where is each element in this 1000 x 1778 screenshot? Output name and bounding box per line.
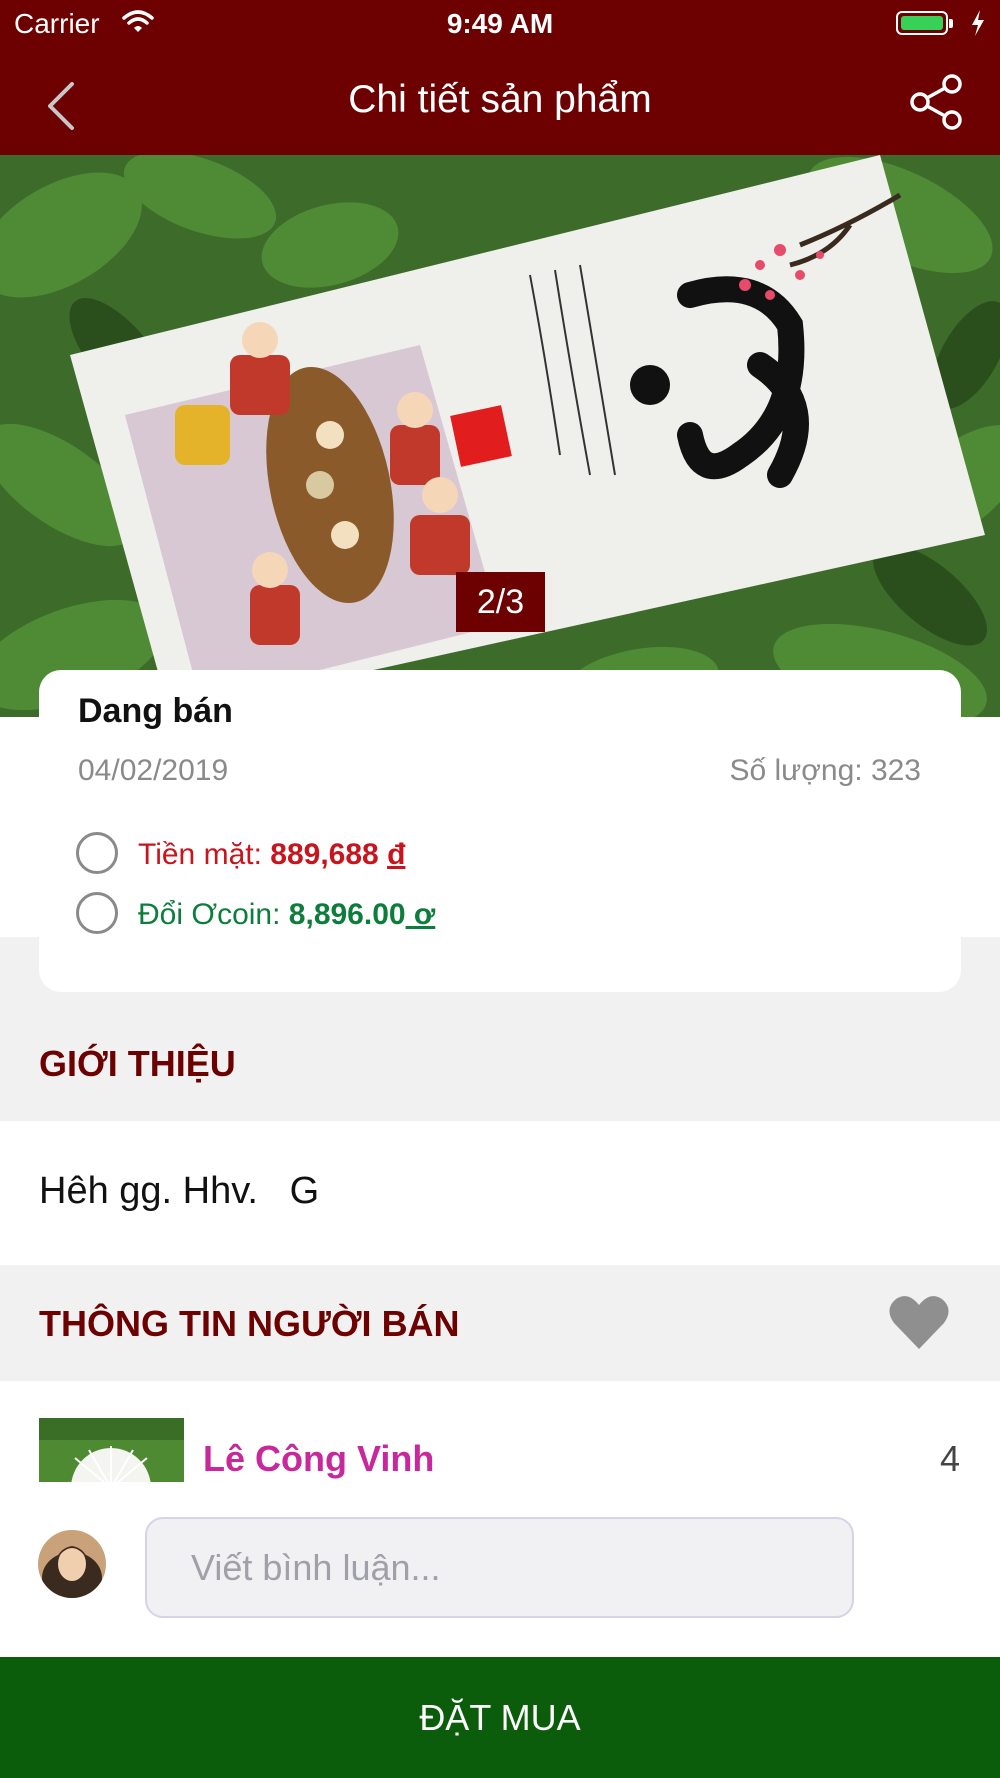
order-button[interactable]: ĐẶT MUA [0,1657,1000,1778]
nav-bar: Chi tiết sản phẩm [0,50,1000,155]
comment-input[interactable] [145,1517,854,1618]
product-image [0,155,1000,717]
cash-value: 889,688 [270,838,379,871]
charging-icon [970,9,986,42]
status-time: 9:49 AM [446,8,554,39]
battery-icon [896,11,953,35]
seller-count: 4 [939,1438,960,1479]
product-info-card: Dang bán 04/02/2019 Số lượng: 323 Tiền m… [39,670,961,992]
coin-value: 8,896.00 [288,898,406,931]
product-date: 04/02/2019 [78,754,229,787]
product-image-gallery[interactable] [0,155,1000,717]
coin-currency: ơ [413,898,436,931]
coin-label: Đổi Ơcoin: [138,898,281,931]
intro-text: Hêh gg. Hhv. G [39,1170,320,1212]
product-quantity: Số lượng: 323 [729,754,921,787]
user-avatar [38,1530,106,1598]
share-icon [904,74,968,138]
seller-heading: THÔNG TIN NGƯỜI BÁN [39,1303,460,1344]
radio-icon [76,832,118,874]
cash-currency: đ [387,838,406,871]
image-counter: 2/3 [456,572,545,632]
product-status: Dang bán [78,692,233,730]
intro-heading: GIỚI THIỆU [39,1043,236,1084]
cash-label: Tiền mặt: [138,838,262,871]
status-bar: Carrier 9:49 AM [0,0,1000,50]
chevron-left-icon [36,82,96,138]
seller-name[interactable]: Lê Công Vinh [203,1438,434,1480]
intro-section-header: GIỚI THIỆU [0,1005,1000,1121]
share-button[interactable] [904,70,968,134]
favorite-button[interactable] [888,1293,950,1351]
radio-icon [76,892,118,934]
seller-avatar[interactable] [39,1418,184,1482]
page-title: Chi tiết sản phẩm [348,78,652,121]
heart-icon [888,1296,950,1355]
seller-section-header: THÔNG TIN NGƯỜI BÁN [0,1265,1000,1381]
